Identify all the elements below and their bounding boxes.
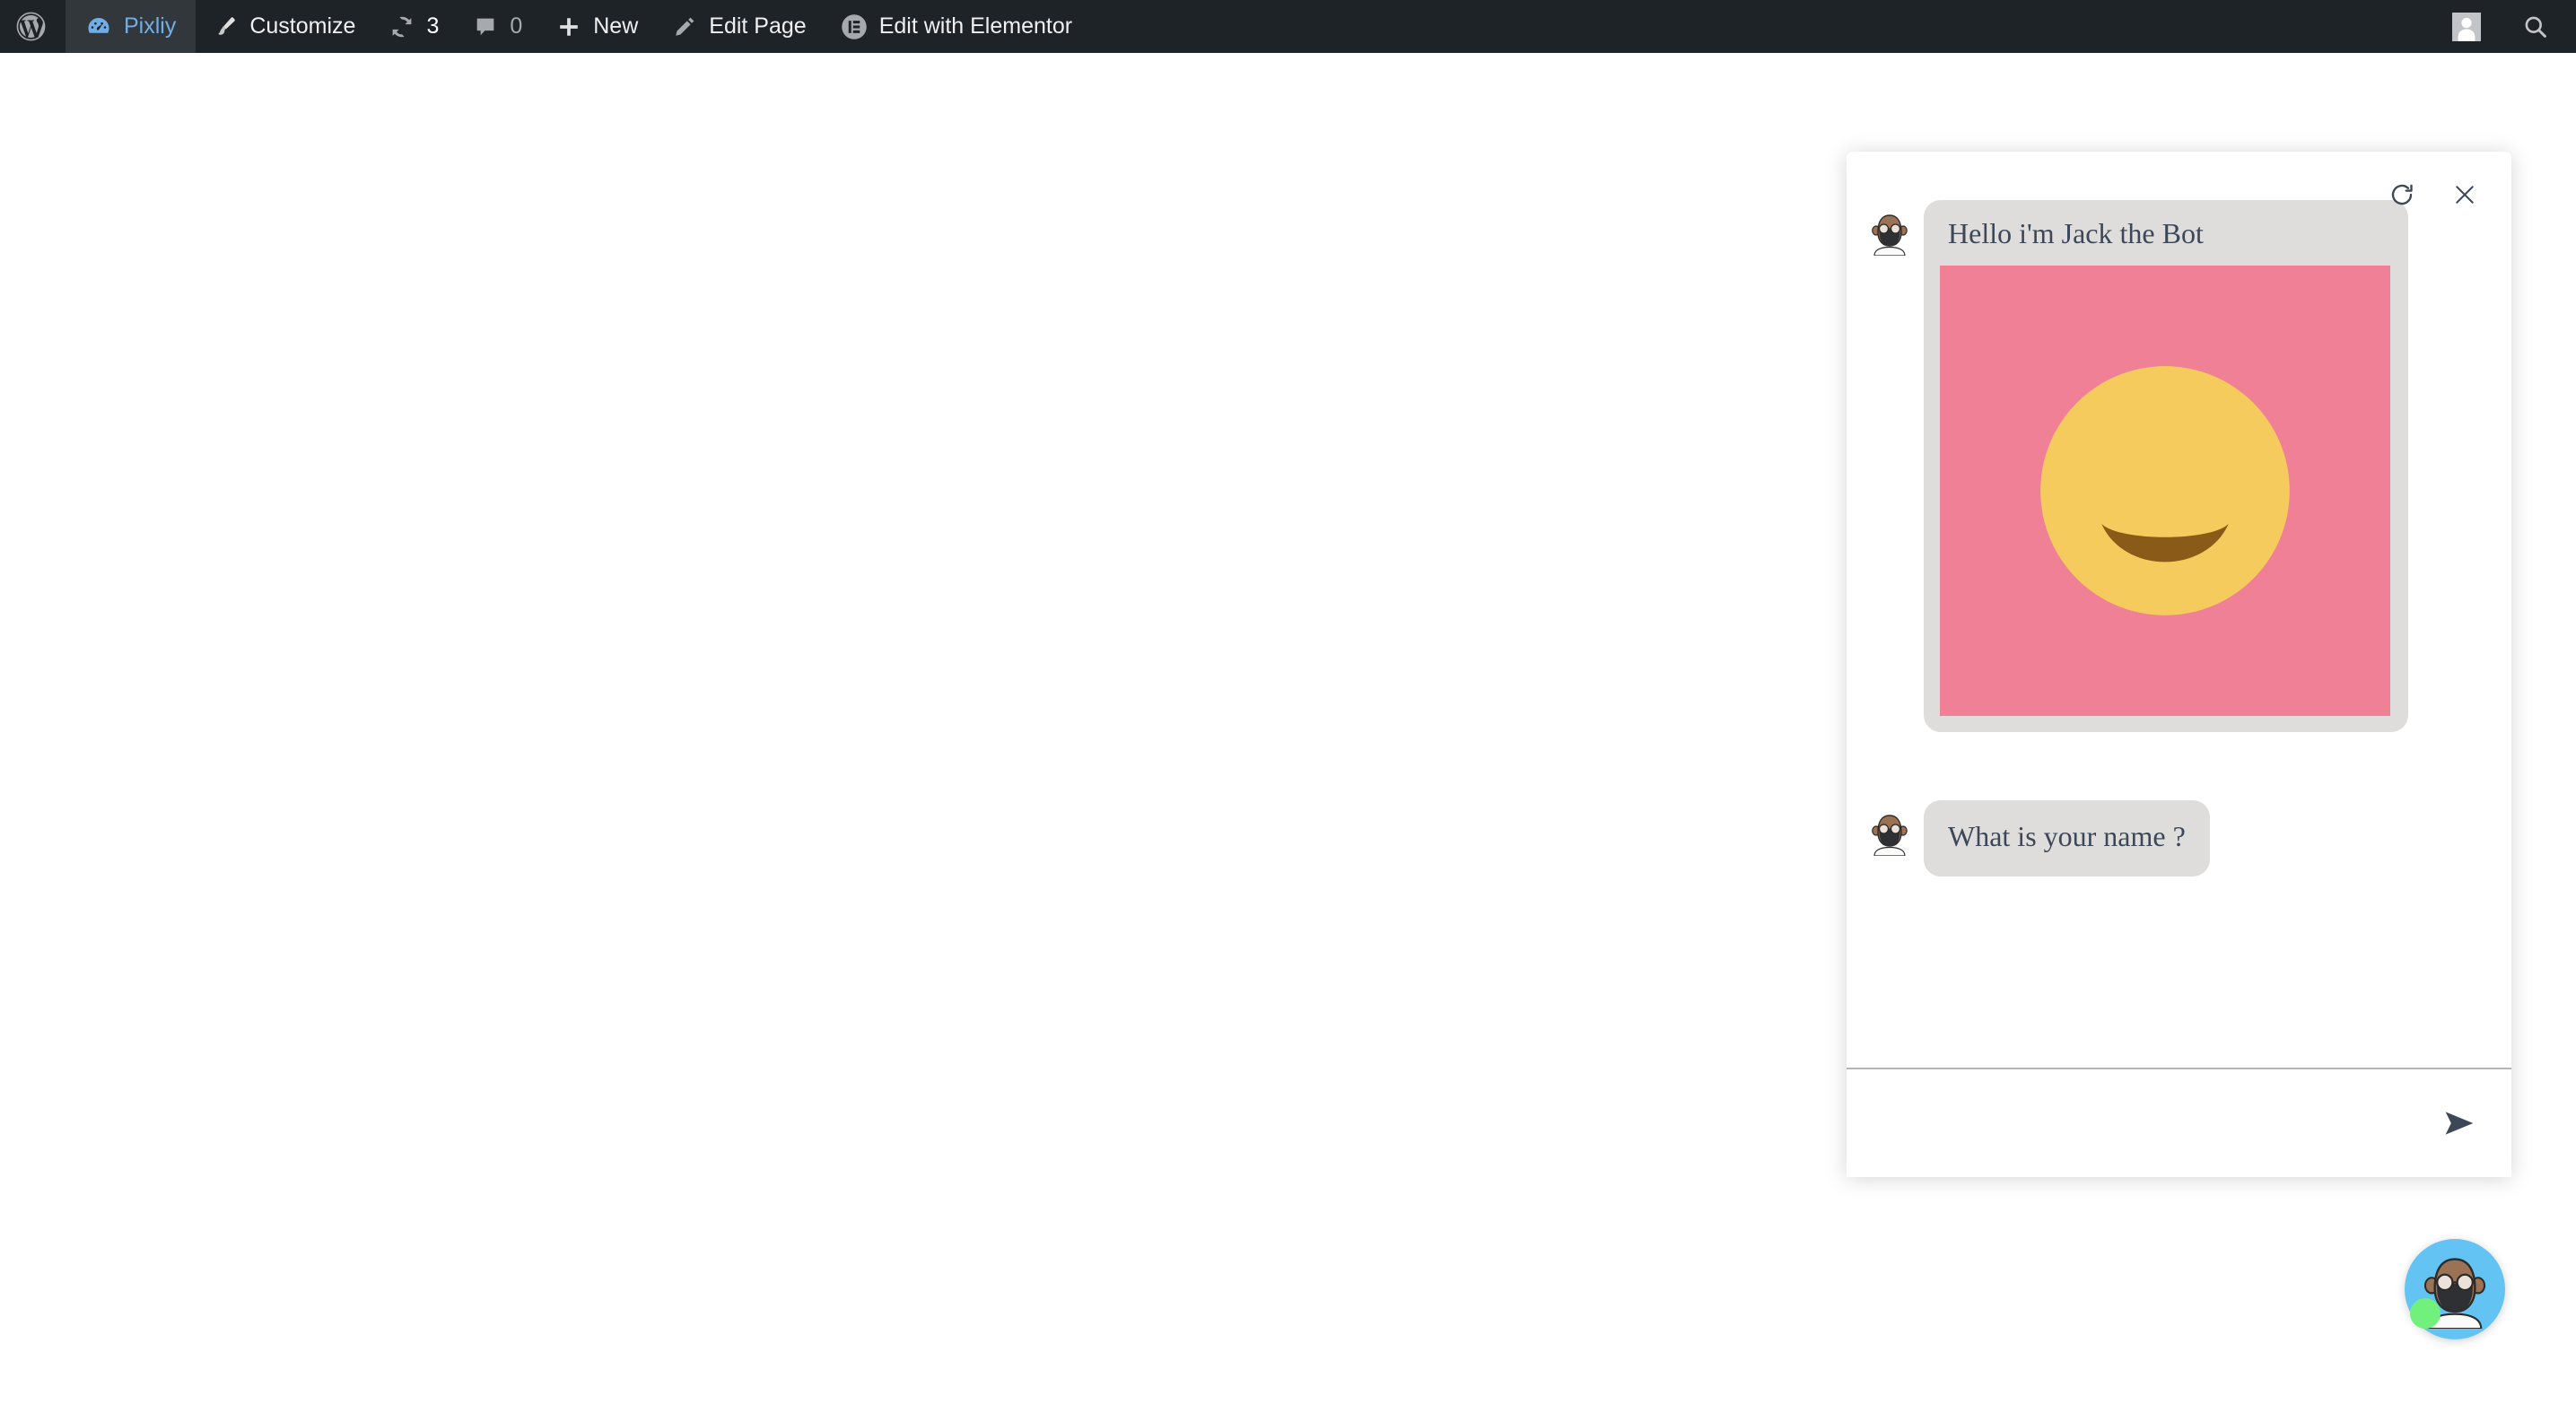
chat-bubble-text: What is your name ? (1948, 819, 2186, 852)
adminbar-customize-button[interactable]: Customize (196, 0, 372, 53)
elementor-logo-icon (841, 13, 868, 40)
adminbar-elementor-label: Edit with Elementor (878, 13, 1073, 39)
adminbar-comments-count: 0 (510, 13, 523, 39)
chat-bubble-bot: Hello i'm Jack the Bot (1924, 200, 2408, 732)
pencil-icon (672, 14, 697, 39)
adminbar-site-name-label: Pixliy (124, 13, 177, 39)
chat-message-list: Hello i'm Jack the Bot What is your name… (1847, 152, 2511, 1068)
adminbar-updates-count: 3 (426, 13, 440, 39)
wp-admin-bar: Pixliy Customize 3 0 New Edit Page Edit … (0, 0, 2576, 53)
refresh-button[interactable] (2384, 177, 2420, 213)
adminbar-updates-button[interactable]: 3 (372, 0, 456, 53)
chat-bubble-text: Hello i'm Jack the Bot (1948, 217, 2204, 249)
adminbar-right-group (2452, 0, 2576, 53)
chat-message-input[interactable] (1873, 1069, 2434, 1177)
chat-message-row: Hello i'm Jack the Bot (1870, 200, 2472, 732)
chat-message-row: What is your name ? (1870, 799, 2472, 877)
user-avatar-icon (2452, 13, 2481, 41)
adminbar-spacer (1089, 0, 2452, 53)
adminbar-new-button[interactable]: New (539, 0, 655, 53)
adminbar-edit-page-button[interactable]: Edit Page (655, 0, 823, 53)
adminbar-site-name-button[interactable]: Pixliy (65, 0, 196, 53)
chat-header-actions (2384, 152, 2511, 238)
search-icon (2522, 13, 2549, 40)
adminbar-account-button[interactable] (2452, 12, 2481, 41)
adminbar-comments-button[interactable]: 0 (456, 0, 539, 53)
chat-input-bar (1847, 1068, 2511, 1177)
dashboard-speedometer-icon (85, 13, 112, 40)
bot-avatar-icon (1870, 811, 1909, 857)
smiling-face-emoji-icon (2013, 338, 2318, 643)
refresh-icon (2388, 181, 2415, 208)
adminbar-new-label: New (593, 13, 639, 39)
adminbar-elementor-button[interactable]: Edit with Elementor (824, 0, 1089, 53)
close-button[interactable] (2447, 177, 2483, 213)
send-button[interactable] (2434, 1098, 2484, 1148)
chat-bubble-media[interactable] (1940, 265, 2390, 716)
send-paper-plane-icon (2439, 1103, 2480, 1144)
wordpress-logo-icon (16, 12, 46, 41)
plus-icon (556, 14, 581, 39)
chat-launcher-button[interactable] (2405, 1239, 2505, 1339)
online-status-dot (2410, 1298, 2441, 1329)
chat-bubble-bot: What is your name ? (1924, 799, 2210, 877)
adminbar-edit-page-label: Edit Page (709, 13, 807, 39)
bot-avatar-icon (1870, 211, 1909, 257)
paintbrush-icon (213, 14, 238, 39)
adminbar-wp-logo-button[interactable] (0, 0, 65, 53)
chat-widget-panel: Hello i'm Jack the Bot What is your name… (1847, 152, 2511, 1177)
comment-bubble-icon (473, 14, 498, 39)
update-refresh-icon (389, 14, 415, 39)
close-icon (2452, 182, 2477, 207)
adminbar-search-button[interactable] (2504, 0, 2556, 53)
adminbar-customize-label: Customize (249, 13, 356, 39)
